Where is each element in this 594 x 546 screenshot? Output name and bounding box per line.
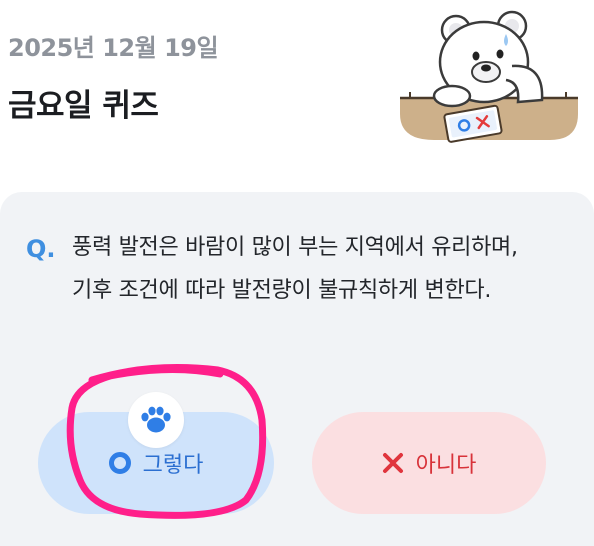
quiz-page: 2025년 12월 19일 금요일 퀴즈 Q. 풍력 발전은 바람이 많이 부는… — [0, 0, 594, 546]
paw-badge — [128, 392, 184, 448]
circle-o-icon — [108, 452, 131, 474]
quiz-date: 2025년 12월 19일 — [8, 34, 219, 62]
page-title: 금요일 퀴즈 — [8, 88, 159, 124]
answer-yes-label: 그렇다 — [142, 453, 204, 478]
question-label: Q. — [26, 235, 56, 263]
x-icon — [382, 453, 403, 473]
paw-icon — [141, 406, 171, 433]
bear-mascot-icon — [400, 10, 578, 143]
question-text: 풍력 발전은 바람이 많이 부는 지역에서 유리하며, 기후 조건에 따라 발전… — [72, 235, 518, 303]
answer-no-label: 아니다 — [415, 453, 477, 478]
answer-no-button[interactable]: 아니다 — [312, 412, 546, 514]
